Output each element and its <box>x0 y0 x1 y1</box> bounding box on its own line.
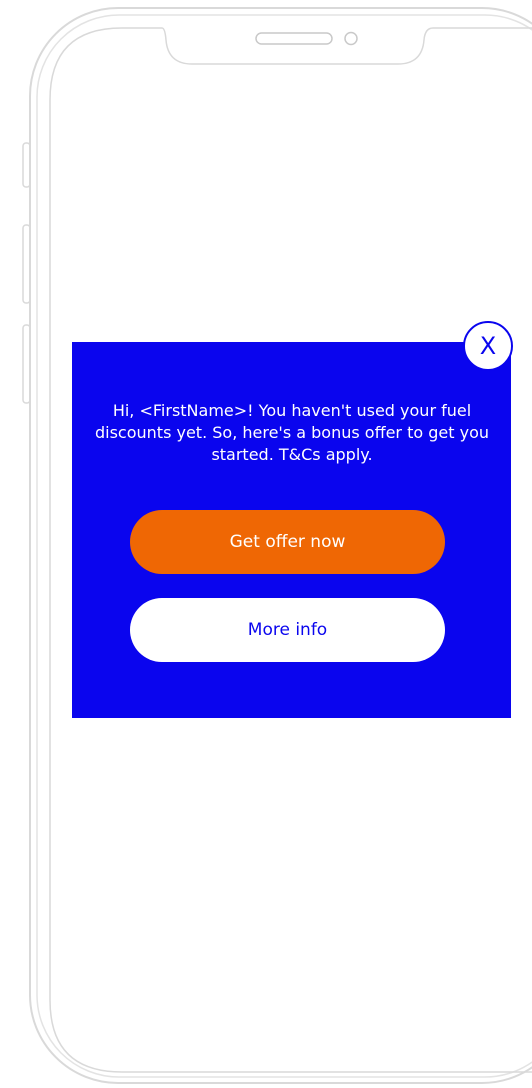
get-offer-button[interactable]: Get offer now <box>130 510 445 574</box>
more-info-button[interactable]: More info <box>130 598 445 662</box>
phone-speaker <box>255 32 333 45</box>
phone-side-button-volume-up <box>22 224 31 304</box>
phone-camera <box>344 31 358 46</box>
mobile-mockup: Hi, <FirstName>! You haven't used your f… <box>0 0 532 1088</box>
phone-side-button-mute <box>22 142 31 188</box>
phone-side-button-volume-down <box>22 324 31 404</box>
close-button[interactable]: X <box>463 321 513 371</box>
offer-message: Hi, <FirstName>! You haven't used your f… <box>94 401 489 464</box>
